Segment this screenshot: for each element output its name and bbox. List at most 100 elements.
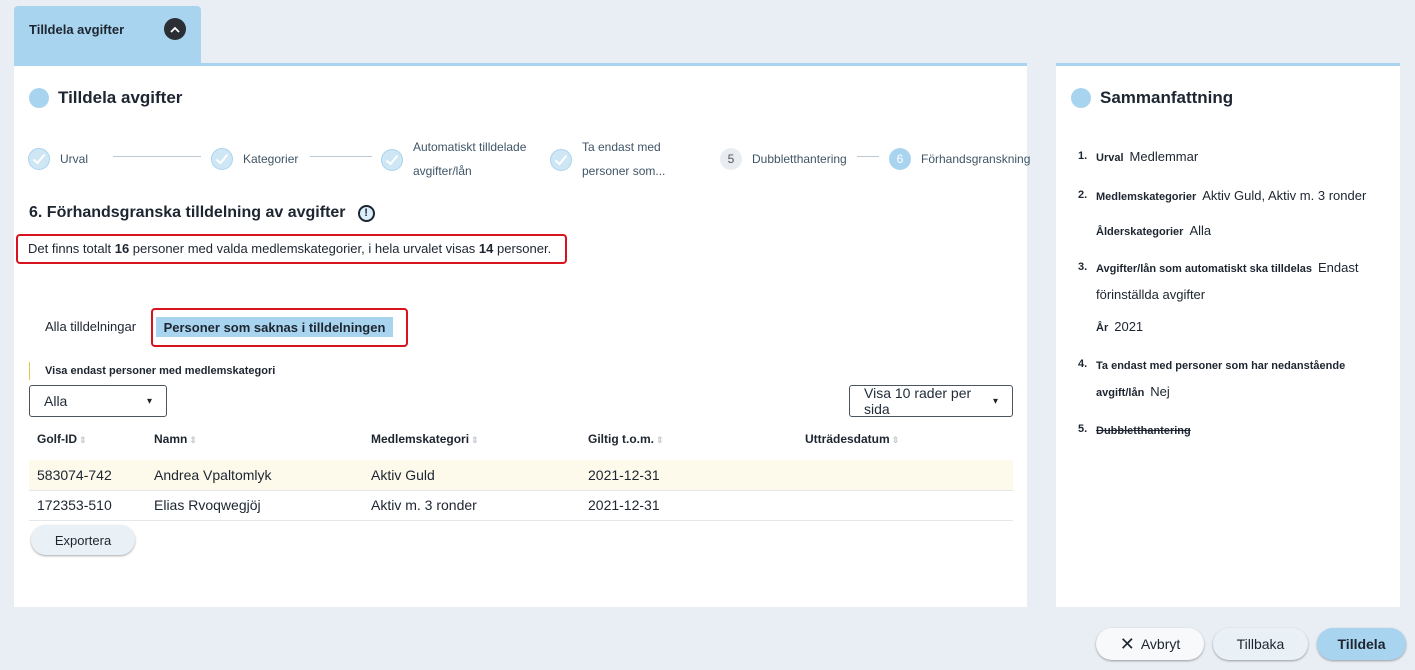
column-header-golf-id[interactable]: Golf-ID ⇕ <box>29 424 146 460</box>
cell-namn: Andrea Vpaltomlyk <box>146 460 363 491</box>
step-connector <box>113 156 201 157</box>
step-connector <box>857 156 879 157</box>
cell-medlemskategori: Aktiv Guld <box>363 460 580 491</box>
check-icon <box>550 149 572 171</box>
summary-card-title: Sammanfattning <box>1100 88 1234 107</box>
summary-total: 16 <box>114 241 130 256</box>
cell-uttradesdatum <box>797 490 1013 521</box>
summary-key: Medlemskategorier <box>1096 191 1197 203</box>
close-icon: ✕ <box>1119 634 1135 654</box>
back-button[interactable]: Tillbaka <box>1213 628 1308 660</box>
summary-key: Urval <box>1096 152 1124 164</box>
summary-item-dubbletthantering: 5. Dubbletthantering <box>1078 417 1388 444</box>
step-label: Dubbletthantering <box>752 152 847 166</box>
summary-card-header: Sammanfattning <box>1071 88 1233 108</box>
sort-icon: ⇕ <box>79 435 87 445</box>
summary-text: Det finns totalt 16 personer med valda m… <box>16 234 567 264</box>
summary-item-avgifter: 3. Avgifter/lån som automatiskt ska till… <box>1078 255 1388 341</box>
summary-item-urval: 1. Urval Medlemmar <box>1078 144 1388 171</box>
summary-sub-value: Alla <box>1189 223 1212 238</box>
chevron-down-icon: ▾ <box>992 395 998 407</box>
export-button[interactable]: Exportera <box>31 525 135 555</box>
assign-button[interactable]: Tilldela <box>1317 628 1406 660</box>
collapse-toggle-icon[interactable] <box>164 18 186 40</box>
check-icon <box>381 149 403 171</box>
main-card: Tilldela avgifter Urval Kategorier Autom… <box>14 63 1030 607</box>
summary-part: personer. <box>493 241 552 256</box>
table-row[interactable]: 583074-742 Andrea Vpaltomlyk Aktiv Guld … <box>29 460 1013 491</box>
header-label: Giltig t.o.m. <box>588 432 654 446</box>
persons-table: Golf-ID ⇕ Namn ⇕ Medlemskategori ⇕ Giltig t… <box>29 424 1013 521</box>
select-value: Visa 10 rader per sida <box>864 385 972 417</box>
cell-namn: Elias Rvoqwegjöj <box>146 490 363 521</box>
sort-icon: ⇕ <box>656 435 664 445</box>
step-label: Kategorier <box>243 152 299 166</box>
summary-key: Avgifter/lån som automatiskt ska tilldel… <box>1096 263 1312 275</box>
sort-icon: ⇕ <box>189 435 197 445</box>
tab-personer-som-saknas[interactable]: Personer som saknas i tilldelningen <box>156 317 393 337</box>
cell-giltig: 2021-12-31 <box>580 490 797 521</box>
column-header-namn[interactable]: Namn ⇕ <box>146 424 363 460</box>
cancel-label: Avbryt <box>1140 636 1181 652</box>
top-tab-label: Tilldela avgifter <box>29 22 125 37</box>
table-row[interactable]: 172353-510 Elias Rvoqwegjöj Aktiv m. 3 r… <box>29 490 1013 521</box>
step-label-line2: avgifter/lån <box>413 164 472 178</box>
step-forhandsgranskning[interactable]: 6 Förhandsgranskning <box>889 147 1030 171</box>
summary-value: Medlemmar <box>1129 149 1199 164</box>
cancel-button[interactable]: ✕ Avbryt <box>1096 628 1204 660</box>
summary-number: 4. <box>1078 358 1088 370</box>
summary-number: 5. <box>1078 423 1088 435</box>
table-header-row: Golf-ID ⇕ Namn ⇕ Medlemskategori ⇕ Giltig t… <box>29 424 1013 460</box>
info-icon[interactable]: ! <box>357 204 375 222</box>
column-header-medlemskategori[interactable]: Medlemskategori ⇕ <box>363 424 580 460</box>
select-value: Alla <box>44 393 68 409</box>
step-automatiskt[interactable]: Automatiskt tilldelade avgifter/lån <box>381 135 526 183</box>
header-label: Medlemskategori <box>371 432 470 446</box>
rows-per-page-select[interactable]: Visa 10 rader per sida ▾ <box>849 385 1013 417</box>
header-label: Namn <box>154 432 188 446</box>
stepper: Urval Kategorier Automatiskt tilldelade … <box>28 134 1030 178</box>
summary-part: personer med valda medlemskategorier, i … <box>129 241 479 256</box>
step-number: 5 <box>720 148 742 170</box>
cell-golf-id: 583074-742 <box>29 460 146 491</box>
step-label: Förhandsgranskning <box>921 152 1031 166</box>
section-title: 6. Förhandsgranska tilldelning av avgift… <box>29 204 375 222</box>
main-card-title: Tilldela avgifter <box>58 88 183 107</box>
tab-alla-tilldelningar[interactable]: Alla tilldelningar <box>30 315 152 340</box>
summary-key: Dubbletthantering <box>1096 425 1191 437</box>
section-title-text: 6. Förhandsgranska tilldelning av avgift… <box>29 204 346 221</box>
step-ta-endast[interactable]: Ta endast med personer som... <box>550 135 665 183</box>
main-card-header: Tilldela avgifter <box>29 88 182 108</box>
cell-golf-id: 172353-510 <box>29 490 146 521</box>
summary-item-medlemskategorier: 2. Medlemskategorier Aktiv Guld, Aktiv m.… <box>1078 183 1388 245</box>
sort-icon: ⇕ <box>471 435 479 445</box>
step-kategorier[interactable]: Kategorier <box>211 147 298 171</box>
check-icon <box>28 148 50 170</box>
column-header-uttradesdatum[interactable]: Utträdesdatum ⇕ <box>797 424 1013 460</box>
summary-sub-value: 2021 <box>1114 319 1144 334</box>
column-header-giltig[interactable]: Giltig t.o.m. ⇕ <box>580 424 797 460</box>
top-tab[interactable]: Tilldela avgifter <box>14 6 201 64</box>
cell-medlemskategori: Aktiv m. 3 ronder <box>363 490 580 521</box>
summary-sub-key: År <box>1096 322 1109 334</box>
title-dot-icon <box>1071 88 1091 108</box>
summary-value: Aktiv Guld, Aktiv m. 3 ronder <box>1202 188 1367 203</box>
summary-number: 3. <box>1078 261 1088 273</box>
summary-shown: 14 <box>478 241 494 256</box>
chevron-down-icon: ▾ <box>146 395 152 407</box>
title-dot-icon <box>29 88 49 108</box>
sort-icon: ⇕ <box>891 435 900 445</box>
summary-card: Sammanfattning 1. Urval Medlemmar 2. Medl… <box>1056 63 1400 607</box>
step-label: Urval <box>60 152 89 166</box>
step-number: 6 <box>889 148 911 170</box>
summary-sub-key: Ålderskategorier <box>1096 226 1184 238</box>
header-label: Golf-ID <box>37 432 77 446</box>
summary-key: Ta endast med personer som har nedanståe… <box>1096 360 1346 399</box>
summary-value: Nej <box>1150 384 1170 399</box>
step-urval[interactable]: Urval <box>28 147 88 171</box>
step-connector <box>310 156 372 157</box>
cell-uttradesdatum <box>797 460 1013 491</box>
step-dubbletthantering[interactable]: 5 Dubbletthantering <box>720 147 847 171</box>
category-filter-select[interactable]: Alla ▾ <box>29 385 167 417</box>
check-icon <box>211 148 233 170</box>
